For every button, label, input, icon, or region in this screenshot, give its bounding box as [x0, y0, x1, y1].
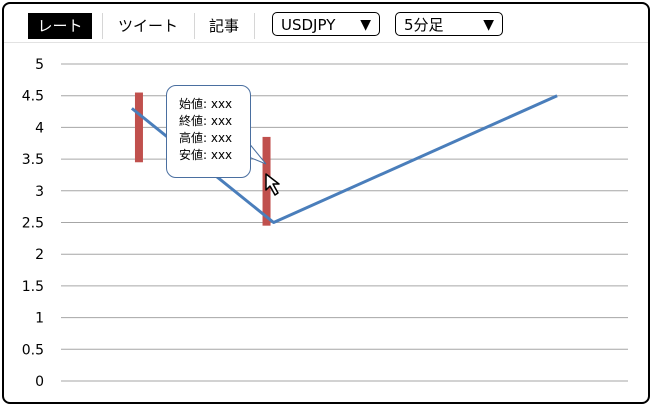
y-tick-label: 2 — [35, 247, 44, 263]
y-tick-label: 1 — [35, 311, 44, 327]
candle-bar — [134, 92, 143, 163]
ohlc-tooltip: 始値: xxx 終値: xxx 高値: xxx 安値: xxx — [166, 85, 251, 178]
y-tick-label: 3.5 — [22, 152, 44, 168]
tooltip-low: 安値: xxx — [179, 148, 233, 162]
tooltip-close: 終値: xxx — [179, 114, 233, 128]
y-tick-label: 2.5 — [22, 216, 44, 232]
y-tick-label: 3 — [35, 184, 44, 200]
y-tick-label: 4.5 — [22, 89, 44, 105]
tooltip-high: 高値: xxx — [179, 131, 233, 145]
y-tick-label: 0 — [35, 374, 44, 390]
tooltip-open: 始値: xxx — [179, 97, 233, 111]
app-window: レート ツイート 記事 USDJPY ▼ 5分足 ▼ 0 0.5 1 1.5 2 2.5 3… — [2, 2, 650, 404]
y-tick-label: 1.5 — [22, 279, 44, 295]
y-tick-label: 4 — [35, 120, 44, 136]
y-tick-label: 5 — [35, 57, 44, 73]
price-chart[interactable]: 0 0.5 1 1.5 2 2.5 3 3.5 4 4.5 5 — [4, 4, 648, 402]
y-tick-label: 0.5 — [22, 342, 44, 358]
